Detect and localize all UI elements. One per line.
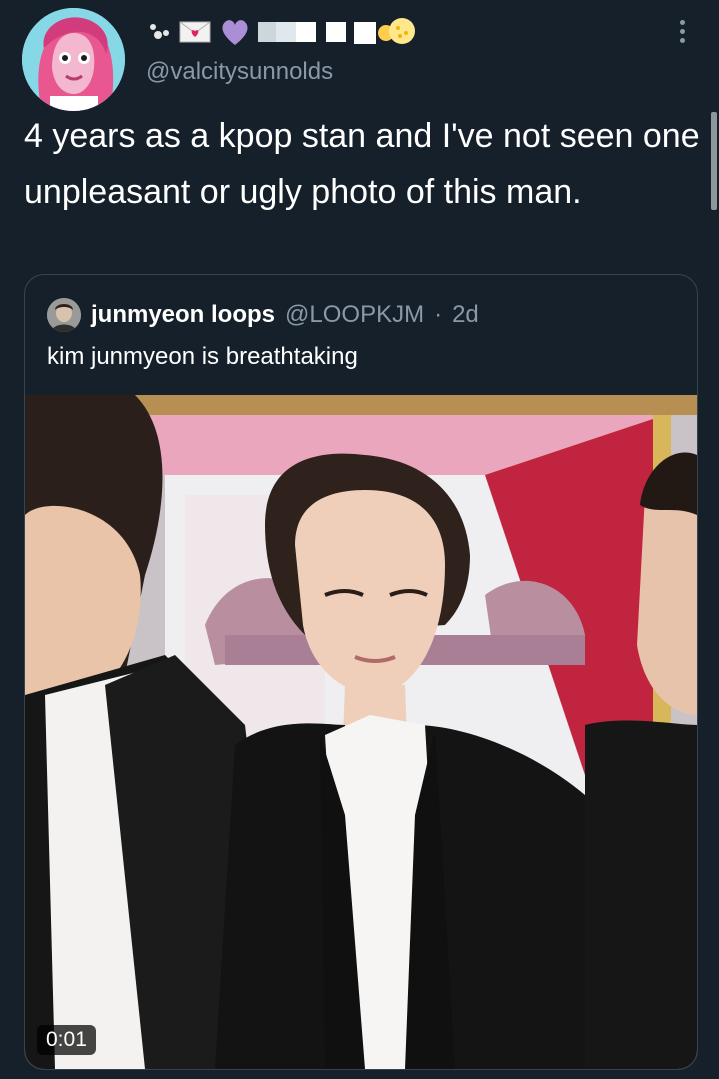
avatar-illustration (22, 8, 125, 111)
user-handle[interactable]: @valcitysunnolds (146, 58, 333, 86)
tweet-text: 4 years as a kpop stan and I've not seen… (24, 117, 700, 211)
bear-icon (150, 24, 169, 39)
quoted-tweet-age[interactable]: 2d (452, 301, 479, 329)
quoted-user-avatar[interactable] (47, 298, 81, 332)
quoted-tweet-header: junmyeon loops @LOOPKJM · 2d (47, 297, 479, 333)
quoted-tweet-text: kim junmyeon is breathtaking (47, 343, 358, 370)
display-name[interactable] (146, 14, 418, 50)
white-square-icon (326, 22, 346, 42)
quoted-tweet-card[interactable]: junmyeon loops @LOOPKJM · 2d kim junmyeo… (24, 274, 698, 1070)
purple-heart-icon (222, 20, 248, 45)
video-player[interactable]: 0:01 (25, 395, 697, 1069)
white-square-icon (258, 22, 316, 42)
quoted-handle[interactable]: @LOOPKJM (285, 301, 424, 329)
separator-dot: · (434, 301, 443, 328)
scrollbar[interactable] (711, 112, 717, 210)
more-options-icon[interactable] (672, 16, 692, 46)
quoted-avatar-photo (47, 298, 81, 332)
sun-icon (354, 18, 415, 44)
user-avatar[interactable] (22, 8, 125, 111)
video-frame (25, 395, 697, 1069)
love-letter-icon (179, 21, 211, 43)
quoted-display-name[interactable]: junmyeon loops (91, 301, 275, 329)
video-timestamp: 0:01 (37, 1025, 96, 1055)
